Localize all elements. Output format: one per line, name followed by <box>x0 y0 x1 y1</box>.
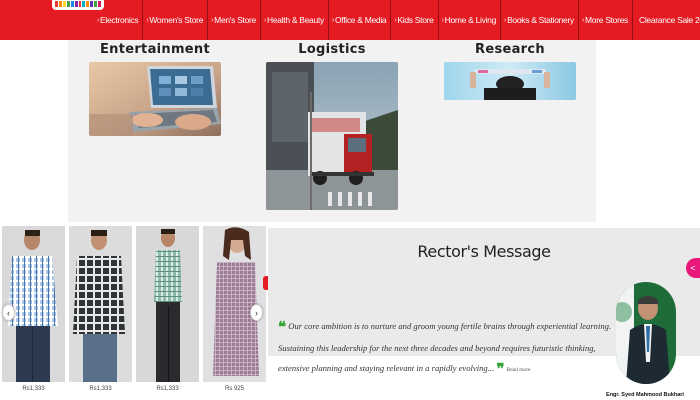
nav-item-label: Women's Store <box>149 15 204 25</box>
product-price: Rs1,333 <box>22 386 45 392</box>
nav-item-label: Home & Living <box>444 15 497 25</box>
product-card-image[interactable] <box>69 226 132 382</box>
nav-item-office-media[interactable]: › Office & Media <box>329 0 392 40</box>
page: › Electronics › Women's Store › Men's Store… <box>0 0 700 400</box>
category-logistics[interactable]: Logistics <box>266 42 398 210</box>
nav-item-health-beauty[interactable]: › Health & Beauty <box>261 0 329 40</box>
product-card-image[interactable] <box>136 226 199 382</box>
nav-item-label: More Stores <box>584 15 628 25</box>
chevron-right-icon: › <box>146 16 149 24</box>
category-band: Entertainment Logistics Research <box>68 40 596 222</box>
rector-message-text: ❝ Our core ambition is to nurture and gr… <box>278 316 618 380</box>
product-price: Rs1,333 <box>89 386 112 392</box>
product-price: Rs 925 <box>224 386 244 392</box>
quote-open-icon: ❝ <box>278 320 287 336</box>
nav-item-label: Kids Store <box>397 15 434 25</box>
section-title: Rector's Message <box>417 242 551 261</box>
chevron-right-icon: › <box>263 16 266 24</box>
read-more-link[interactable]: Read more <box>507 367 531 373</box>
carousel-next-button[interactable]: › <box>250 304 263 321</box>
nav-item-label: Office & Media <box>334 15 387 25</box>
nav-item-label: Books & Stationery <box>507 15 574 25</box>
chevron-right-icon: › <box>504 16 507 24</box>
nav-item-books-stationery[interactable]: › Books & Stationery <box>501 0 579 40</box>
laptop-tablet-image[interactable] <box>89 62 221 136</box>
share-button[interactable]: < <box>686 258 700 278</box>
nav-menu: › Electronics › Women's Store › Men's Store… <box>94 0 700 40</box>
chevron-right-icon: › <box>581 16 584 24</box>
research-person-image[interactable] <box>444 62 576 100</box>
category-title: Research <box>475 42 545 57</box>
chevron-right-icon: › <box>441 16 444 24</box>
chevron-right-icon: › <box>211 16 214 24</box>
category-title: Logistics <box>298 42 366 57</box>
nav-item-more-stores[interactable]: › More Stores <box>579 0 633 40</box>
category-research[interactable]: Research <box>444 42 576 100</box>
category-entertainment[interactable]: Entertainment <box>88 42 222 136</box>
carousel-prev-button[interactable]: ‹ <box>2 304 15 321</box>
nav-item-label: Health & Beauty <box>267 15 324 25</box>
nav-item-label: Men's Store <box>214 15 256 25</box>
truck-image[interactable] <box>266 62 398 210</box>
chevron-right-icon: › <box>97 16 100 24</box>
quote-close-icon: ❞ <box>496 362 505 378</box>
nav-item-mens-store[interactable]: › Men's Store <box>208 0 261 40</box>
rector-portrait <box>616 282 676 384</box>
nav-item-kids-store[interactable]: › Kids Store <box>391 0 439 40</box>
product-carousel: Rs1,333 Rs1,333 Rs1,333 Rs 925 ‹ › <box>0 224 268 400</box>
chevron-left-icon: ‹ <box>7 307 10 318</box>
chevron-right-icon: › <box>394 16 397 24</box>
rector-message-body: Our core ambition is to nurture and groo… <box>278 321 612 373</box>
chevron-right-icon: › <box>255 307 258 318</box>
nav-item-womens-store[interactable]: › Women's Store <box>143 0 209 40</box>
product-price: Rs1,333 <box>156 386 179 392</box>
top-navbar: › Electronics › Women's Store › Men's Store… <box>0 0 700 40</box>
rector-name: Engr. Syed Mahmood Bukhari <box>606 392 684 398</box>
share-icon: < <box>690 263 696 273</box>
nav-item-clearance-sale[interactable]: Clearance Sale 2022 <box>633 0 700 40</box>
nav-item-label: Electronics <box>100 15 139 25</box>
nav-item-home-living[interactable]: › Home & Living <box>439 0 502 40</box>
nav-item-electronics[interactable]: › Electronics <box>94 0 144 40</box>
chevron-right-icon: › <box>331 16 334 24</box>
nav-item-label: Clearance Sale 2022 <box>638 15 700 25</box>
category-title: Entertainment <box>99 42 210 57</box>
